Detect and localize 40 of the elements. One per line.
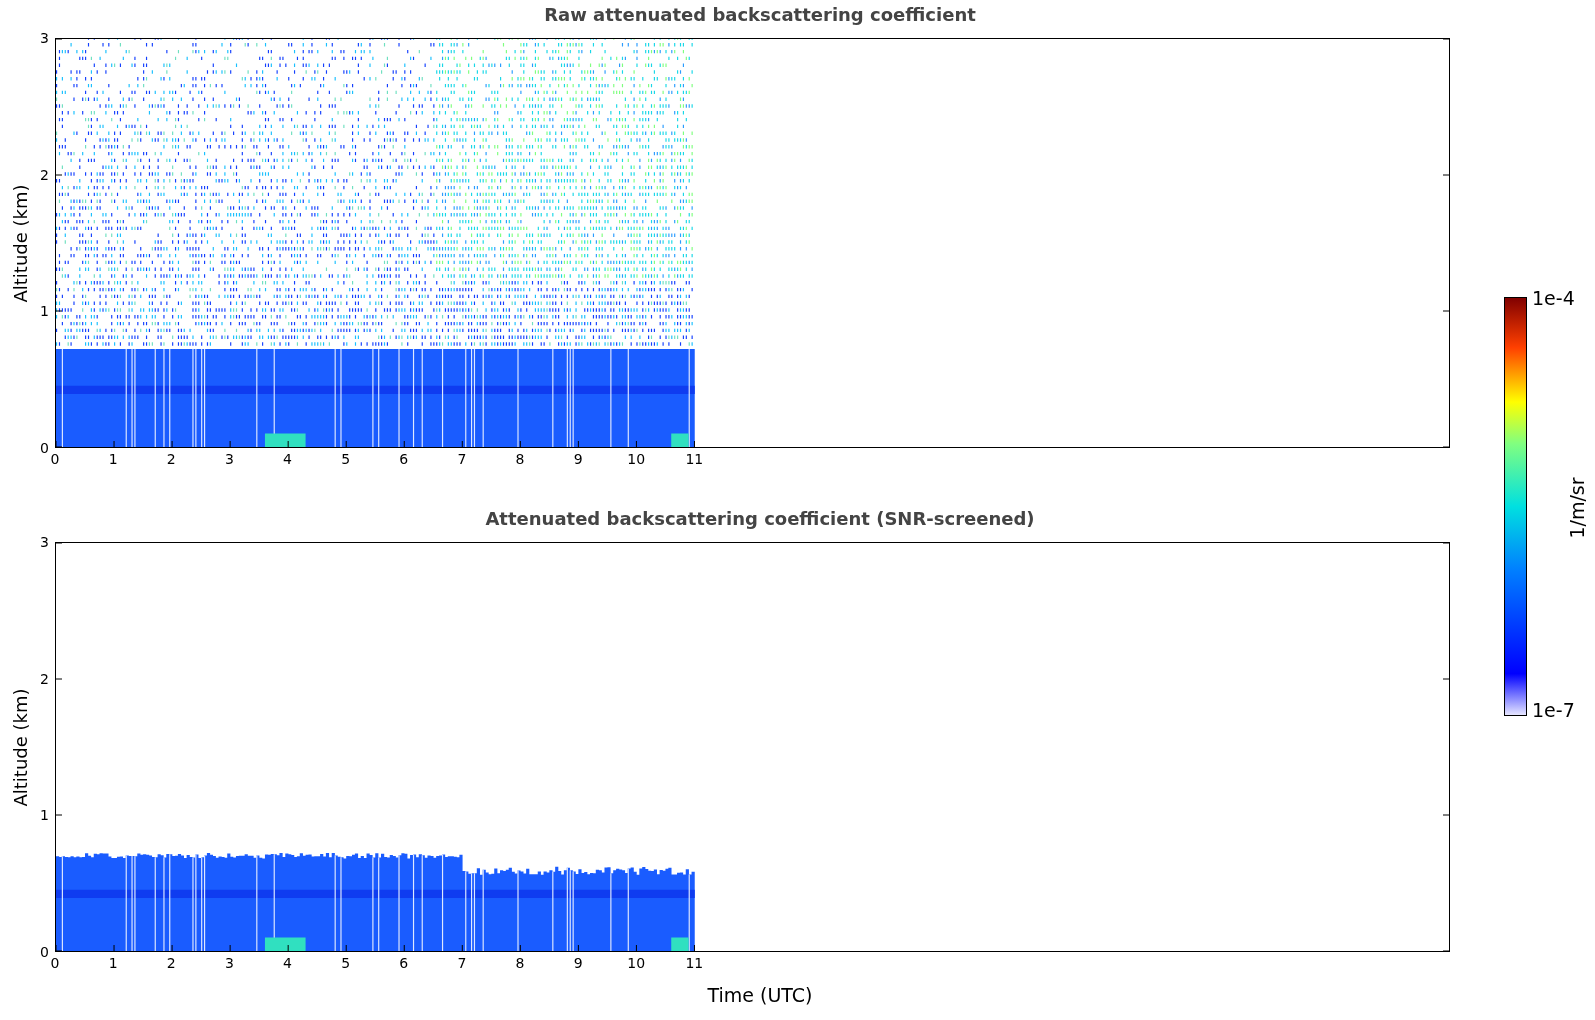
x-tick-label: 9 [573,955,583,971]
y-axis-label: Altitude (km) [9,183,31,305]
y-tick-label: 1 [40,303,49,320]
x-tick-label: 9 [573,451,583,467]
x-tick-label: 7 [457,451,467,467]
x-tick-label: 1 [108,451,118,467]
colorbar-min-label: 1e-7 [1532,699,1575,721]
x-tick-label: 0 [50,955,60,971]
y-tick-label: 3 [40,30,49,46]
y-tick-label: 2 [40,670,49,687]
x-tick-label: 7 [457,955,467,971]
x-axis-label: Time (UTC) [706,984,813,1006]
x-tick-label: 0 [50,451,60,467]
x-tick-label: 2 [166,955,176,971]
x-tick-label: 4 [283,955,292,971]
x-tick-label: 6 [399,955,409,971]
x-tick-label: 11 [685,451,704,467]
y-tick-label: 0 [40,440,49,456]
y-axis-label: Altitude (km) [9,687,31,809]
x-tick-label: 4 [283,451,292,467]
y-tick-label: 0 [40,944,49,960]
x-tick-label: 5 [341,955,351,971]
colorbar-max-label: 1e-4 [1532,287,1575,309]
y-tick-label: 3 [40,534,49,550]
x-tick-label: 10 [627,955,646,971]
x-tick-label: 6 [399,451,409,467]
y-tick-label: 1 [40,807,49,824]
x-tick-label: 8 [515,955,525,971]
x-tick-label: 3 [224,955,234,971]
y-tick-label: 2 [40,166,49,183]
x-tick-label: 3 [224,451,234,467]
x-tick-label: 1 [108,955,118,971]
colorbar-label: 1/m/sr [1565,477,1588,539]
plot-title: Attenuated backscattering coefficient (SNR-screened) [485,507,1035,529]
x-tick-label: 11 [685,955,704,971]
x-tick-label: 5 [341,451,351,467]
x-tick-label: 10 [627,451,646,467]
x-tick-label: 8 [515,451,525,467]
plot-title: Raw attenuated backscattering coefficient [544,3,976,25]
x-tick-label: 2 [166,451,176,467]
